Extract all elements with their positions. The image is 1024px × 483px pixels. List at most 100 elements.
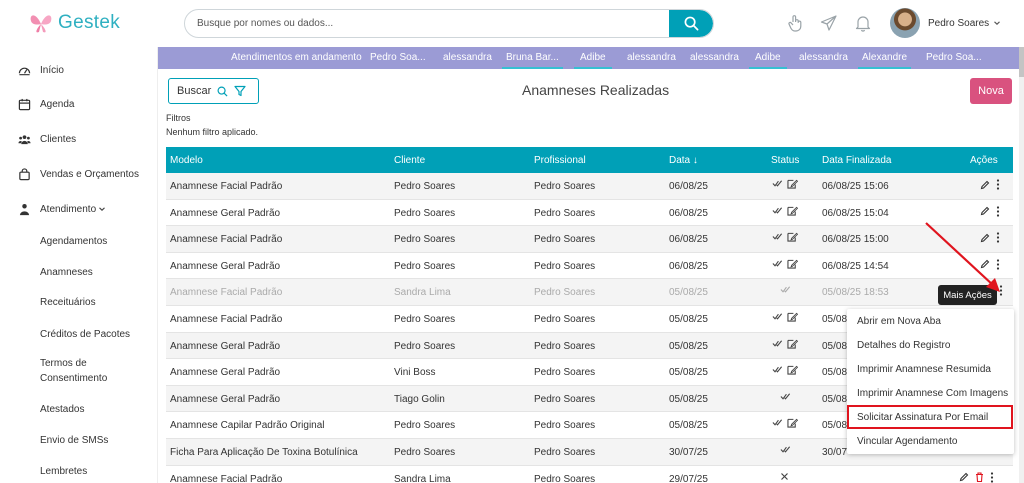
table-row[interactable]: Anamnese Geral Padrão Pedro Soares Pedro S… [166, 200, 1013, 227]
menu-item-imprimir-imagens[interactable]: Imprimir Anamnese Com Imagens [857, 388, 1008, 399]
user-menu[interactable]: Pedro Soares [890, 8, 1001, 38]
cell-status [780, 392, 791, 401]
cell-cliente: Pedro Soares [394, 420, 456, 432]
cell-status [780, 445, 791, 454]
cell-acoes [999, 285, 1003, 296]
cell-data: 05/08/25 [669, 287, 708, 299]
signature-icon [787, 339, 798, 349]
bell-icon[interactable] [854, 14, 872, 32]
nova-button[interactable]: Nova [970, 78, 1012, 104]
more-vertical-icon[interactable] [990, 471, 994, 483]
cell-cliente: Pedro Soares [394, 446, 456, 458]
table-row[interactable]: Anamnese Geral Padrão Pedro Soares Pedro S… [166, 253, 1013, 280]
table-row[interactable]: Anamnese Facial Padrão Sandra Lima Pedro S… [166, 279, 1013, 306]
menu-item-detalhes[interactable]: Detalhes do Registro [857, 340, 950, 351]
sidebar-subitem-sms[interactable]: Envio de SMSs [40, 433, 150, 448]
sidebar-subitem-anamneses[interactable]: Anamneses [40, 265, 150, 280]
cell-profissional: Pedro Soares [534, 340, 596, 352]
hand-pointer-icon[interactable] [786, 14, 804, 32]
strip-session[interactable]: alessandra [799, 47, 848, 69]
sidebar-subitem-lembretes[interactable]: Lembretes [40, 464, 150, 479]
signature-icon [787, 419, 798, 428]
sort-down-icon: ↓ [690, 155, 698, 166]
strip-session[interactable]: Adibe [574, 47, 612, 69]
avatar [890, 8, 920, 38]
brand-logo[interactable]: Gestek [28, 10, 120, 36]
sidebar-subitem-atestados[interactable]: Atestados [40, 402, 150, 417]
col-data-finalizada[interactable]: Data Finalizada [822, 155, 891, 166]
sidebar-subitem-creditos[interactable]: Créditos de Pacotes [40, 327, 150, 342]
pencil-icon[interactable] [980, 259, 990, 269]
page-scrollbar[interactable] [1019, 47, 1024, 483]
cell-cliente: Sandra Lima [394, 473, 451, 483]
cell-acoes [980, 205, 1000, 217]
more-vertical-icon[interactable] [996, 259, 1000, 270]
strip-session[interactable]: alessandra [627, 47, 676, 69]
buscar-label: Buscar [177, 85, 212, 97]
buscar-button[interactable]: Buscar [168, 78, 259, 104]
strip-session[interactable]: alessandra [690, 47, 739, 69]
cell-profissional: Pedro Soares [534, 207, 596, 219]
strip-session[interactable]: alessandra [443, 47, 492, 69]
pencil-icon[interactable] [980, 206, 990, 216]
cell-status [772, 179, 798, 189]
sidebar: Início Agenda Clientes Vendas e Orçament… [0, 47, 157, 483]
more-vertical-icon[interactable] [996, 232, 1000, 243]
person-icon [19, 203, 30, 215]
cell-profissional: Pedro Soares [534, 260, 596, 272]
pencil-icon[interactable] [980, 233, 990, 243]
strip-title: Atendimentos em andamento [231, 52, 362, 63]
menu-item-vincular-agendamento[interactable]: Vincular Agendamento [857, 436, 957, 447]
strip-session[interactable]: Pedro Soa... [926, 47, 982, 69]
double-check-icon [772, 233, 783, 240]
cell-data-finalizada: 06/08/25 15:00 [822, 234, 889, 246]
col-status[interactable]: Status [771, 155, 799, 166]
cell-profissional: Pedro Soares [534, 234, 596, 246]
signature-icon [787, 179, 798, 189]
col-data[interactable]: Data ↓ [669, 155, 698, 166]
cell-data-finalizada: 06/08/25 14:54 [822, 260, 889, 272]
sidebar-subitem-agendamentos[interactable]: Agendamentos [40, 234, 150, 249]
table-row[interactable]: Anamnese Facial Padrão Sandra Lima Pedro S… [166, 466, 1013, 483]
pencil-icon[interactable] [980, 180, 990, 190]
sidebar-item-label: Atendimento [40, 203, 97, 215]
strip-session[interactable]: Alexandre [858, 47, 912, 69]
pencil-icon[interactable] [959, 472, 969, 482]
x-icon [781, 472, 788, 480]
sidebar-subitem-receituarios[interactable]: Receituários [40, 295, 150, 310]
double-check-icon [772, 313, 783, 320]
col-data-label: Data [669, 155, 691, 166]
more-vertical-icon[interactable] [996, 179, 1000, 190]
cell-cliente: Pedro Soares [394, 313, 456, 325]
col-acoes: Ações [970, 155, 998, 166]
more-vertical-icon[interactable] [996, 205, 1000, 217]
more-vertical-icon[interactable] [999, 285, 1003, 296]
col-profissional[interactable]: Profissional [534, 155, 586, 166]
table-row[interactable]: Anamnese Facial Padrão Pedro Soares Pedro … [166, 226, 1013, 253]
cell-profissional: Pedro Soares [534, 420, 596, 432]
menu-item-abrir-nova-aba[interactable]: Abrir em Nova Aba [857, 316, 941, 327]
menu-item-imprimir-resumida[interactable]: Imprimir Anamnese Resumida [857, 364, 991, 375]
search-input[interactable] [185, 10, 665, 37]
col-cliente[interactable]: Cliente [394, 155, 425, 166]
sidebar-subitem-termos[interactable]: Termos de Consentimento [40, 356, 120, 386]
table-row[interactable]: Anamnese Facial Padrão Pedro Soares Pedro … [166, 173, 1013, 200]
strip-session[interactable]: Adibe [749, 47, 787, 69]
send-icon[interactable] [820, 14, 838, 32]
scrollbar-thumb[interactable] [1019, 47, 1024, 77]
cell-data: 06/08/25 [669, 181, 708, 192]
trash-icon[interactable] [975, 472, 984, 483]
cell-data: 29/07/25 [669, 473, 708, 483]
cell-data: 06/08/25 [669, 207, 708, 219]
strip-session[interactable]: Pedro Soa... [370, 47, 426, 69]
cell-status [780, 285, 791, 294]
chevron-down-icon [994, 21, 1001, 25]
strip-session[interactable]: Bruna Bar... [502, 47, 563, 69]
cell-modelo: Anamnese Capilar Padrão Original [170, 420, 325, 432]
col-modelo[interactable]: Modelo [170, 155, 203, 166]
shopping-bag-icon [19, 167, 30, 180]
cell-modelo: Anamnese Facial Padrão [170, 313, 283, 325]
search-button[interactable] [669, 10, 713, 37]
double-check-icon [780, 286, 791, 294]
signature-icon [787, 259, 798, 269]
